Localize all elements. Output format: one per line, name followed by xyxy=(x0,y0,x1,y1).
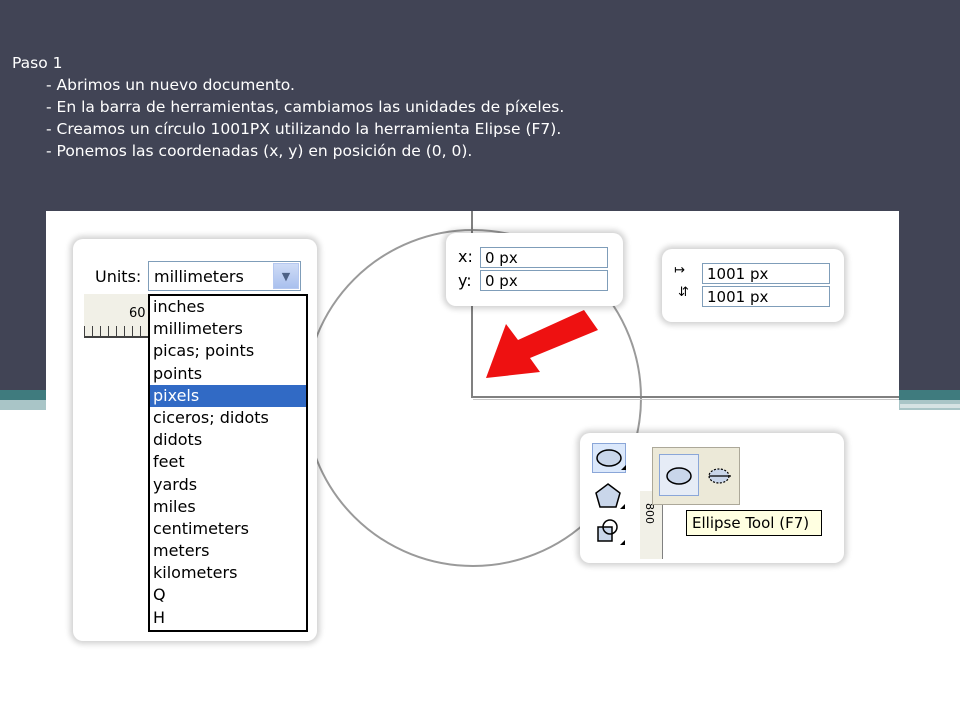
unit-option[interactable]: millimeters xyxy=(150,318,306,340)
step-item: - En la barra de herramientas, cambiamos… xyxy=(46,98,565,116)
page-border-horizontal xyxy=(471,396,899,398)
horizontal-size-icon: ↦ xyxy=(674,263,685,278)
unit-option[interactable]: points xyxy=(150,363,306,385)
unit-option[interactable]: H xyxy=(150,607,306,629)
ellipse-tool-icon[interactable] xyxy=(592,443,626,473)
ellipse-tool-tooltip: Ellipse Tool (F7) xyxy=(686,510,822,536)
instructions-block: Paso 1 - Abrimos un nuevo documento. - E… xyxy=(12,52,564,162)
toolbox-strip xyxy=(592,443,636,555)
accent-stripe-highlight xyxy=(900,404,960,408)
unit-option[interactable]: picas; points xyxy=(150,340,306,362)
x-label: x: xyxy=(458,247,473,266)
y-coordinate-field[interactable]: 0 px xyxy=(480,270,608,291)
red-arrow-icon xyxy=(486,310,598,378)
unit-option-selected[interactable]: pixels xyxy=(150,384,306,407)
ruler-number: 800 xyxy=(643,503,656,524)
width-field[interactable]: 1001 px xyxy=(702,263,830,284)
units-label: Units: xyxy=(95,267,142,286)
height-field[interactable]: 1001 px xyxy=(702,286,830,307)
unit-option[interactable]: Q xyxy=(150,584,306,606)
three-point-ellipse-tool-icon[interactable] xyxy=(705,460,735,490)
unit-option[interactable]: feet xyxy=(150,451,306,473)
unit-option[interactable]: didots xyxy=(150,429,306,451)
units-select[interactable]: millimeters ▼ xyxy=(148,261,301,291)
unit-option[interactable]: yards xyxy=(150,474,306,496)
units-options-list[interactable]: inches millimeters picas; points points … xyxy=(148,294,308,632)
unit-option[interactable]: miles xyxy=(150,496,306,518)
page-shadow xyxy=(473,399,899,400)
step-item: - Abrimos un nuevo documento. xyxy=(46,76,295,94)
step-item: - Creamos un círculo 1001PX utilizando l… xyxy=(46,120,562,138)
unit-option[interactable]: centimeters xyxy=(150,518,306,540)
ruler-ticks xyxy=(84,326,148,336)
position-panel: x: 0 px y: 0 px xyxy=(446,233,623,306)
ellipse-flyout xyxy=(652,447,740,505)
y-label: y: xyxy=(458,271,472,290)
polygon-tool-icon[interactable] xyxy=(592,481,626,511)
chevron-down-icon[interactable]: ▼ xyxy=(273,263,299,289)
step-title: Paso 1 xyxy=(12,54,63,72)
toolbox-panel: 800 Ellipse Tool (F7) xyxy=(580,433,844,563)
step-item: - Ponemos las coordenadas (x, y) en posi… xyxy=(46,142,473,160)
basic-shapes-tool-icon[interactable] xyxy=(592,517,626,547)
screenshot-canvas: Units: millimeters ▼ 60 inches millimete… xyxy=(46,211,899,720)
ellipse-tool-icon[interactable] xyxy=(659,454,699,496)
horizontal-ruler: 60 xyxy=(84,294,148,338)
unit-option[interactable]: meters xyxy=(150,540,306,562)
unit-option[interactable]: ciceros; didots xyxy=(150,407,306,429)
unit-option[interactable]: kilometers xyxy=(150,562,306,584)
ruler-number: 60 xyxy=(129,306,146,321)
size-panel: ↦ 1001 px ⇵ 1001 px xyxy=(662,249,844,322)
vertical-size-icon: ⇵ xyxy=(678,285,689,300)
unit-option[interactable]: inches xyxy=(150,296,306,318)
units-select-value: millimeters xyxy=(154,267,244,286)
x-coordinate-field[interactable]: 0 px xyxy=(480,247,608,268)
units-panel: Units: millimeters ▼ 60 inches millimete… xyxy=(73,239,317,641)
